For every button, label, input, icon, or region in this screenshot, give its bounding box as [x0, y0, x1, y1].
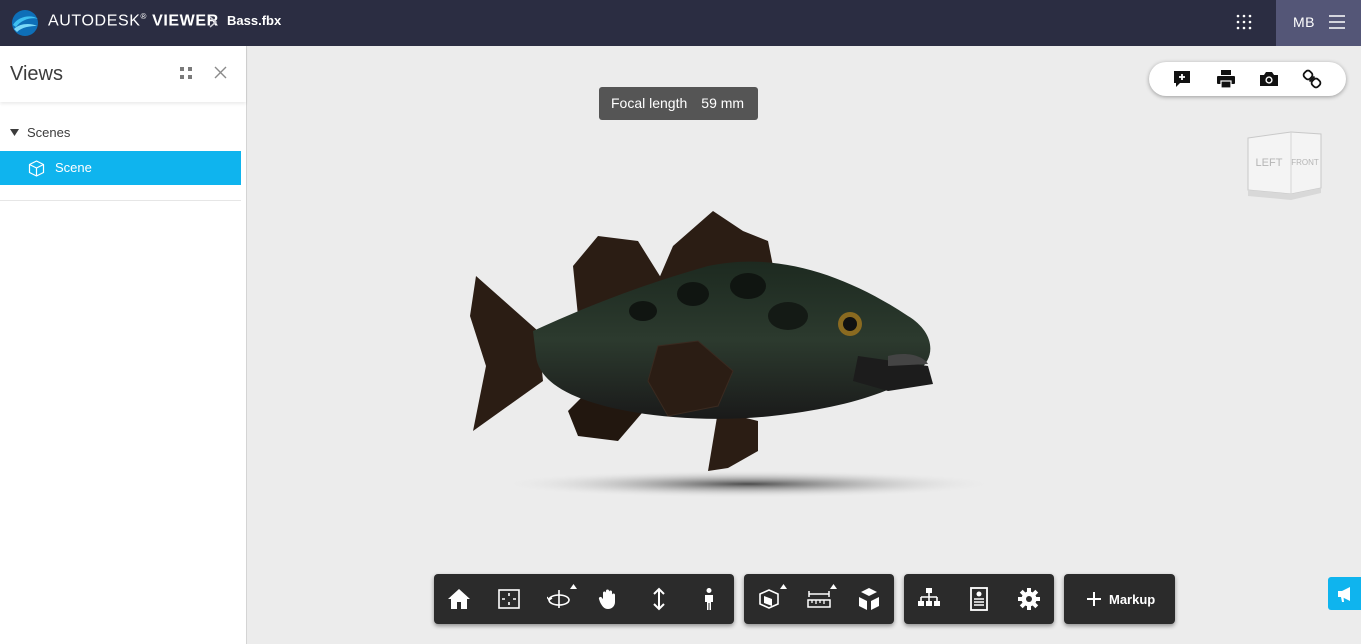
properties-icon	[970, 587, 988, 611]
first-person-button[interactable]	[684, 574, 734, 624]
user-menu-button[interactable]: MB	[1276, 0, 1361, 46]
print-icon[interactable]	[1216, 69, 1236, 89]
tree-item-scene[interactable]: Scene	[0, 151, 241, 185]
bass-fish-model[interactable]	[468, 206, 1008, 516]
caret-down-icon[interactable]	[10, 129, 19, 136]
panel-title: Views	[10, 63, 63, 85]
settings-gear-icon	[1018, 588, 1040, 610]
camera-icon[interactable]	[1259, 69, 1279, 89]
measure-icon	[807, 591, 831, 608]
navigation-toolbar	[434, 574, 734, 624]
megaphone-icon	[1338, 587, 1350, 602]
dolly-icon	[653, 587, 665, 611]
home-button[interactable]	[434, 574, 484, 624]
markup-button[interactable]: Markup	[1064, 574, 1175, 624]
breadcrumb-chevron-icon	[209, 16, 218, 28]
modeling-toolbar	[744, 574, 894, 624]
orbit-icon	[547, 590, 570, 608]
fit-to-view-button[interactable]	[484, 574, 534, 624]
pan-button[interactable]	[584, 574, 634, 624]
focal-length-tooltip: Focal length 59 mm	[599, 87, 758, 120]
settings-button[interactable]	[1004, 574, 1054, 624]
viewcube-left-label: LEFT	[1256, 157, 1283, 169]
fit-to-view-icon	[498, 589, 520, 609]
app-header: AUTODESK® VIEWER Bass.fbx MB	[0, 0, 1361, 46]
brand-title: AUTODESK® VIEWER	[48, 12, 219, 30]
autodesk-logo-icon[interactable]	[10, 8, 40, 38]
home-icon	[448, 589, 470, 609]
tree-group-scenes[interactable]: Scenes	[0, 122, 246, 144]
hamburger-menu-icon	[1329, 15, 1345, 29]
plus-icon	[1087, 592, 1101, 606]
viewcube[interactable]: LEFT FRONT	[1243, 126, 1323, 204]
flyout-arrow-icon	[780, 584, 787, 589]
flyout-arrow-icon	[830, 584, 837, 589]
model-browser-icon	[918, 588, 940, 606]
cube-icon	[28, 160, 45, 177]
link-icon[interactable]	[1302, 69, 1322, 89]
3d-viewport[interactable]: Focal length 59 mm LEFT FRONT Markup	[248, 46, 1361, 644]
section-analysis-icon	[759, 589, 779, 609]
viewcube-front-label: FRONT	[1291, 158, 1319, 167]
feedback-button[interactable]	[1328, 577, 1361, 610]
tooltip-value: 59 mm	[701, 95, 745, 111]
apps-grid-icon[interactable]	[1233, 11, 1255, 33]
properties-button[interactable]	[954, 574, 1004, 624]
tooltip-label: Focal length	[611, 95, 688, 111]
pan-icon	[598, 589, 615, 609]
dolly-button[interactable]	[634, 574, 684, 624]
breadcrumb-filename: Bass.fbx	[227, 13, 282, 28]
user-initials: MB	[1293, 14, 1315, 30]
explode-model-icon	[859, 588, 879, 610]
top-toolbar	[1149, 62, 1346, 96]
comment-icon[interactable]	[1172, 69, 1192, 89]
section-analysis-button[interactable]	[744, 574, 794, 624]
measure-button[interactable]	[794, 574, 844, 624]
panel-header: Views	[0, 46, 246, 102]
first-person-icon	[705, 588, 713, 610]
panel-divider	[0, 200, 241, 201]
settings-toolbar	[904, 574, 1054, 624]
orbit-button[interactable]	[534, 574, 584, 624]
markup-label: Markup	[1109, 592, 1156, 607]
tree-group-label: Scenes	[27, 125, 71, 140]
model-browser-button[interactable]	[904, 574, 954, 624]
views-panel: Views Scenes Scene	[0, 46, 247, 644]
tree-item-label: Scene	[55, 160, 92, 175]
close-icon[interactable]	[214, 66, 227, 79]
explode-model-button[interactable]	[844, 574, 894, 624]
flyout-arrow-icon	[570, 584, 577, 589]
grid-view-icon[interactable]	[179, 66, 193, 80]
